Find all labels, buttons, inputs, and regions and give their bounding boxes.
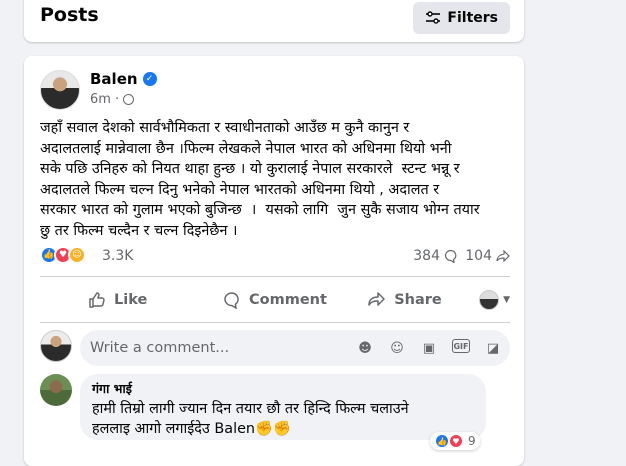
reaction-icons[interactable]: 👍 ♥ ☺ — [40, 246, 86, 264]
post-card: Balen ✓ 6m · जहाँ सवाल देशको सार्वभौमिकत… — [24, 56, 524, 466]
filters-button[interactable]: Filters — [413, 2, 510, 34]
profile-mini-avatar — [479, 290, 500, 310]
filter-icon — [426, 11, 441, 24]
like-button[interactable]: Like — [40, 291, 200, 309]
avatar-sticker-icon[interactable]: ☻ — [356, 339, 374, 357]
commenter-avatar[interactable] — [40, 374, 72, 406]
share-count[interactable]: 104 — [465, 248, 510, 264]
post-actions: Like Comment Share ▼ — [40, 282, 510, 318]
reaction-count[interactable]: 3.3K — [102, 248, 133, 264]
camera-icon[interactable]: ▣ — [420, 339, 438, 357]
author-name[interactable]: Balen — [90, 70, 138, 88]
comment-item: गंगा भाई हामी तिम्रो लागी ज्यान दिन तयार… — [40, 374, 510, 464]
caret-down-icon: ▼ — [503, 295, 510, 305]
comment-input[interactable]: Write a comment... ☻ ☺ ▣ GIF ◪ — [80, 330, 510, 366]
comment-bubble-icon — [444, 249, 457, 263]
comment-bubble: गंगा भाई हामी तिम्रो लागी ज्यान दिन तयार… — [80, 374, 486, 440]
post-text: जहाँ सवाल देशको सार्वभौमिकता र स्वाधीनता… — [40, 120, 480, 239]
author-avatar[interactable] — [40, 70, 80, 110]
share-label: Share — [394, 292, 442, 308]
comment-count[interactable]: 384 — [413, 248, 458, 264]
post-as-picker[interactable]: ▼ — [479, 290, 510, 310]
thumbs-up-icon — [89, 292, 105, 308]
commenter-name[interactable]: गंगा भाई — [92, 380, 474, 397]
share-arrow-icon — [496, 249, 510, 263]
comment-icon — [224, 292, 239, 309]
comment-reaction-count: 9 — [468, 434, 476, 448]
comment-composer: Write a comment... ☻ ☺ ▣ GIF ◪ — [40, 330, 510, 366]
comment-text: हामी तिम्रो लागी ज्यान दिन तयार छौ तर हि… — [92, 401, 409, 437]
love-reaction-icon: ♥ — [448, 433, 464, 449]
share-icon — [368, 292, 385, 306]
post-author[interactable]: Balen ✓ — [90, 70, 157, 88]
emoji-icon[interactable]: ☺ — [388, 339, 406, 357]
reactions-summary: 👍 ♥ ☺ 3.3K 384 104 — [40, 246, 510, 268]
composer-icons: ☻ ☺ ▣ GIF ◪ — [356, 339, 502, 357]
like-label: Like — [114, 292, 148, 308]
share-button[interactable]: Share — [350, 291, 460, 309]
post-time[interactable]: 6m · — [90, 92, 135, 107]
divider — [40, 276, 510, 277]
comment-button[interactable]: Comment — [200, 291, 350, 309]
posts-title: Posts — [40, 4, 99, 26]
globe-icon — [123, 94, 135, 105]
verified-badge-icon: ✓ — [142, 72, 157, 86]
care-reaction-icon: ☺ — [68, 246, 86, 264]
comment-label: Comment — [249, 292, 327, 308]
my-avatar[interactable] — [40, 330, 72, 362]
filters-label: Filters — [447, 10, 498, 26]
comment-placeholder: Write a comment... — [90, 340, 230, 356]
gif-icon[interactable]: GIF — [452, 339, 470, 353]
comment-reactions[interactable]: 👍 ♥ 9 — [430, 432, 480, 450]
posts-header: Posts Filters — [24, 0, 524, 42]
sticker-icon[interactable]: ◪ — [484, 339, 502, 357]
post-timestamp[interactable]: 6m — [90, 92, 111, 107]
divider — [40, 322, 510, 323]
